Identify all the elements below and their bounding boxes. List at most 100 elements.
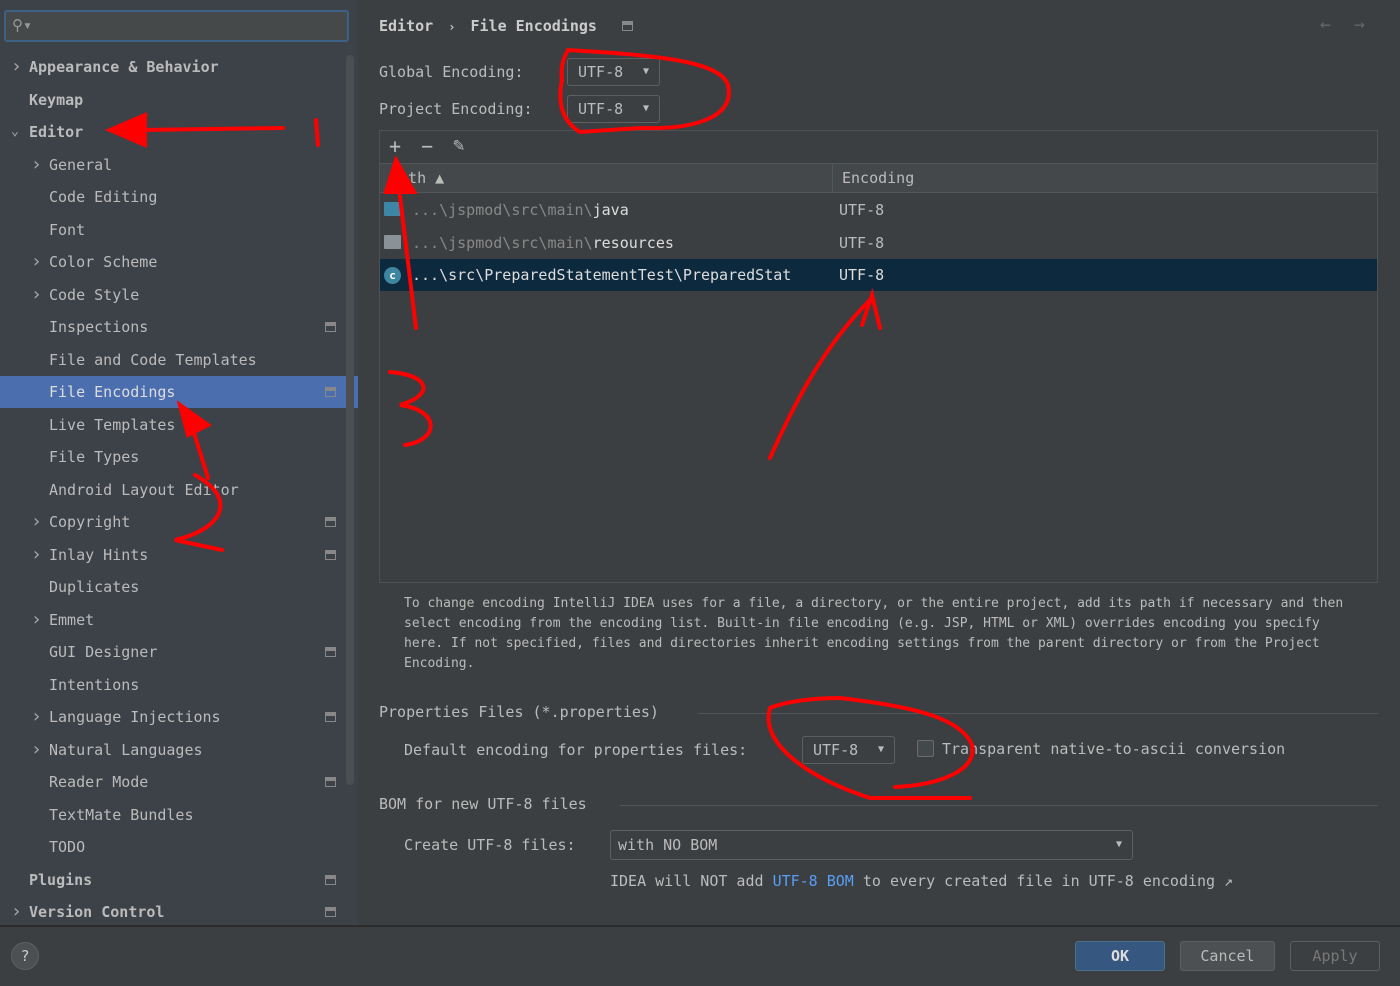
project-scope-icon xyxy=(325,907,336,917)
table-row[interactable]: ...\jspmod\src\main\resources UTF-8 xyxy=(380,227,1377,259)
breadcrumb-file-encodings: File Encodings xyxy=(470,17,597,35)
dialog-footer: ? OK Cancel Apply xyxy=(0,925,1400,986)
forward-button[interactable]: → xyxy=(1354,14,1365,35)
sidebar-item-file-and-code-templates[interactable]: File and Code Templates xyxy=(0,344,345,376)
sidebar-item-file-types[interactable]: File Types xyxy=(0,441,345,473)
properties-section-title: Properties Files (*.properties) xyxy=(379,703,659,721)
bom-note-text: IDEA will NOT add xyxy=(610,872,773,890)
settings-sidebar: ⚲▾ › Appearance & Behavior Keymap ⌄ Editor › G… xyxy=(0,0,358,925)
chevron-down-icon[interactable]: ⌄ xyxy=(11,116,19,148)
sidebar-item-file-encodings[interactable]: File Encodings xyxy=(0,376,358,408)
table-row[interactable]: c ...\src\PreparedStatementTest\PreparedS… xyxy=(380,259,1377,291)
apply-button[interactable]: Apply xyxy=(1290,941,1380,971)
global-encoding-label: Global Encoding: xyxy=(379,63,524,81)
path-cell: ...\src\PreparedStatementTest\PreparedSt… xyxy=(412,259,791,291)
properties-encoding-value: UTF-8 xyxy=(813,741,859,759)
sidebar-item-label: Code Style xyxy=(49,285,140,304)
sidebar-item-color-scheme[interactable]: › Color Scheme xyxy=(0,246,345,278)
properties-encoding-dropdown[interactable]: UTF-8 ▼ xyxy=(802,736,895,764)
sidebar-item-android-layout-editor[interactable]: Android Layout Editor xyxy=(0,474,345,506)
remove-path-button[interactable]: − xyxy=(421,134,433,158)
sidebar-item-reader-mode[interactable]: Reader Mode xyxy=(0,766,345,798)
settings-search-input[interactable]: ⚲▾ xyxy=(4,10,349,42)
sidebar-item-label: Keymap xyxy=(29,90,84,109)
cancel-button[interactable]: Cancel xyxy=(1180,941,1275,971)
sidebar-item-general[interactable]: › General xyxy=(0,149,345,181)
help-line: here. If not specified, files and direct… xyxy=(404,636,1320,651)
sidebar-item-natural-languages[interactable]: › Natural Languages xyxy=(0,734,345,766)
project-encoding-dropdown[interactable]: UTF-8 ▼ xyxy=(567,95,660,123)
sidebar-item-duplicates[interactable]: Duplicates xyxy=(0,571,345,603)
project-scope-icon xyxy=(325,322,336,332)
add-path-button[interactable]: + xyxy=(389,134,401,158)
chevron-right-icon[interactable]: › xyxy=(31,539,42,571)
global-encoding-dropdown[interactable]: UTF-8 ▼ xyxy=(567,58,660,86)
global-encoding-value: UTF-8 xyxy=(578,63,624,81)
divider xyxy=(698,713,1378,714)
back-button[interactable]: ← xyxy=(1320,14,1331,35)
sidebar-item-appearance-behavior[interactable]: › Appearance & Behavior xyxy=(0,51,345,83)
resources-folder-icon xyxy=(384,234,401,249)
sidebar-item-keymap[interactable]: Keymap xyxy=(0,84,345,116)
bom-dropdown[interactable]: with NO BOM ▼ xyxy=(610,830,1133,860)
sidebar-item-intentions[interactable]: Intentions xyxy=(0,669,345,701)
path-name: resources xyxy=(592,233,674,252)
sidebar-item-code-editing[interactable]: Code Editing xyxy=(0,181,345,213)
breadcrumb-editor[interactable]: Editor xyxy=(379,17,433,35)
sidebar-item-copyright[interactable]: › Copyright xyxy=(0,506,345,538)
native-to-ascii-label[interactable]: Transparent native-to-ascii conversion xyxy=(942,740,1285,758)
chevron-right-icon[interactable]: › xyxy=(31,604,42,636)
encoding-cell[interactable]: UTF-8 xyxy=(839,259,884,291)
java-class-icon: c xyxy=(384,267,401,284)
sidebar-item-emmet[interactable]: › Emmet xyxy=(0,604,345,636)
create-utf8-label: Create UTF-8 files: xyxy=(404,836,576,854)
utf8-bom-link[interactable]: UTF-8 BOM xyxy=(773,872,854,890)
encoding-cell[interactable]: UTF-8 xyxy=(839,227,884,259)
sidebar-item-textmate-bundles[interactable]: TextMate Bundles xyxy=(0,799,345,831)
sidebar-item-label: Natural Languages xyxy=(49,740,203,759)
sidebar-item-gui-designer[interactable]: GUI Designer xyxy=(0,636,345,668)
chevron-right-icon[interactable]: › xyxy=(31,506,42,538)
help-line: Encoding. xyxy=(404,656,475,671)
encoding-cell[interactable]: UTF-8 xyxy=(839,194,884,226)
sidebar-item-todo[interactable]: TODO xyxy=(0,831,345,863)
native-to-ascii-checkbox[interactable] xyxy=(917,740,934,757)
search-icon: ⚲▾ xyxy=(12,16,33,34)
chevron-right-icon[interactable]: › xyxy=(31,279,42,311)
project-scope-icon xyxy=(325,387,336,397)
column-path[interactable]: Path ▲ xyxy=(390,169,444,187)
chevron-right-icon[interactable]: › xyxy=(31,246,42,278)
sidebar-item-label: TextMate Bundles xyxy=(49,805,194,824)
path-name: ...\src\PreparedStatementTest\PreparedSt… xyxy=(412,266,792,284)
chevron-right-icon[interactable]: › xyxy=(31,701,42,733)
project-scope-icon xyxy=(325,647,336,657)
sidebar-item-inspections[interactable]: Inspections xyxy=(0,311,345,343)
project-scope-icon xyxy=(325,517,336,527)
chevron-right-icon[interactable]: › xyxy=(31,149,42,181)
sidebar-item-inlay-hints[interactable]: › Inlay Hints xyxy=(0,539,345,571)
sidebar-item-label: Color Scheme xyxy=(49,253,158,271)
sidebar-item-version-control[interactable]: › Version Control xyxy=(0,896,345,928)
table-row[interactable]: ...\jspmod\src\main\java UTF-8 xyxy=(380,194,1377,226)
ok-button[interactable]: OK xyxy=(1075,941,1165,971)
chevron-right-icon[interactable]: › xyxy=(11,51,22,83)
sidebar-item-font[interactable]: Font xyxy=(0,214,345,246)
sidebar-item-editor[interactable]: ⌄ Editor xyxy=(0,116,345,148)
sidebar-item-code-style[interactable]: › Code Style xyxy=(0,279,345,311)
path-encoding-table: + − ✎ Path ▲ Encoding ...\jspmod\src\mai… xyxy=(379,130,1378,583)
sidebar-item-live-templates[interactable]: Live Templates xyxy=(0,409,345,441)
project-scope-icon xyxy=(325,874,336,885)
sidebar-item-label: File Types xyxy=(49,448,140,466)
sidebar-item-language-injections[interactable]: › Language Injections xyxy=(0,701,345,733)
edit-path-button[interactable]: ✎ xyxy=(453,134,464,156)
help-button[interactable]: ? xyxy=(11,942,39,970)
folder-icon xyxy=(384,202,401,216)
sidebar-scrollbar[interactable] xyxy=(346,55,354,785)
sidebar-item-label: File Encodings xyxy=(49,383,176,401)
column-encoding[interactable]: Encoding xyxy=(842,169,914,187)
chevron-right-icon[interactable]: › xyxy=(31,734,42,766)
chevron-down-icon: ▼ xyxy=(642,66,649,77)
sidebar-item-plugins[interactable]: Plugins xyxy=(0,864,345,896)
chevron-right-icon[interactable]: › xyxy=(11,896,22,928)
project-scope-icon xyxy=(621,21,633,31)
